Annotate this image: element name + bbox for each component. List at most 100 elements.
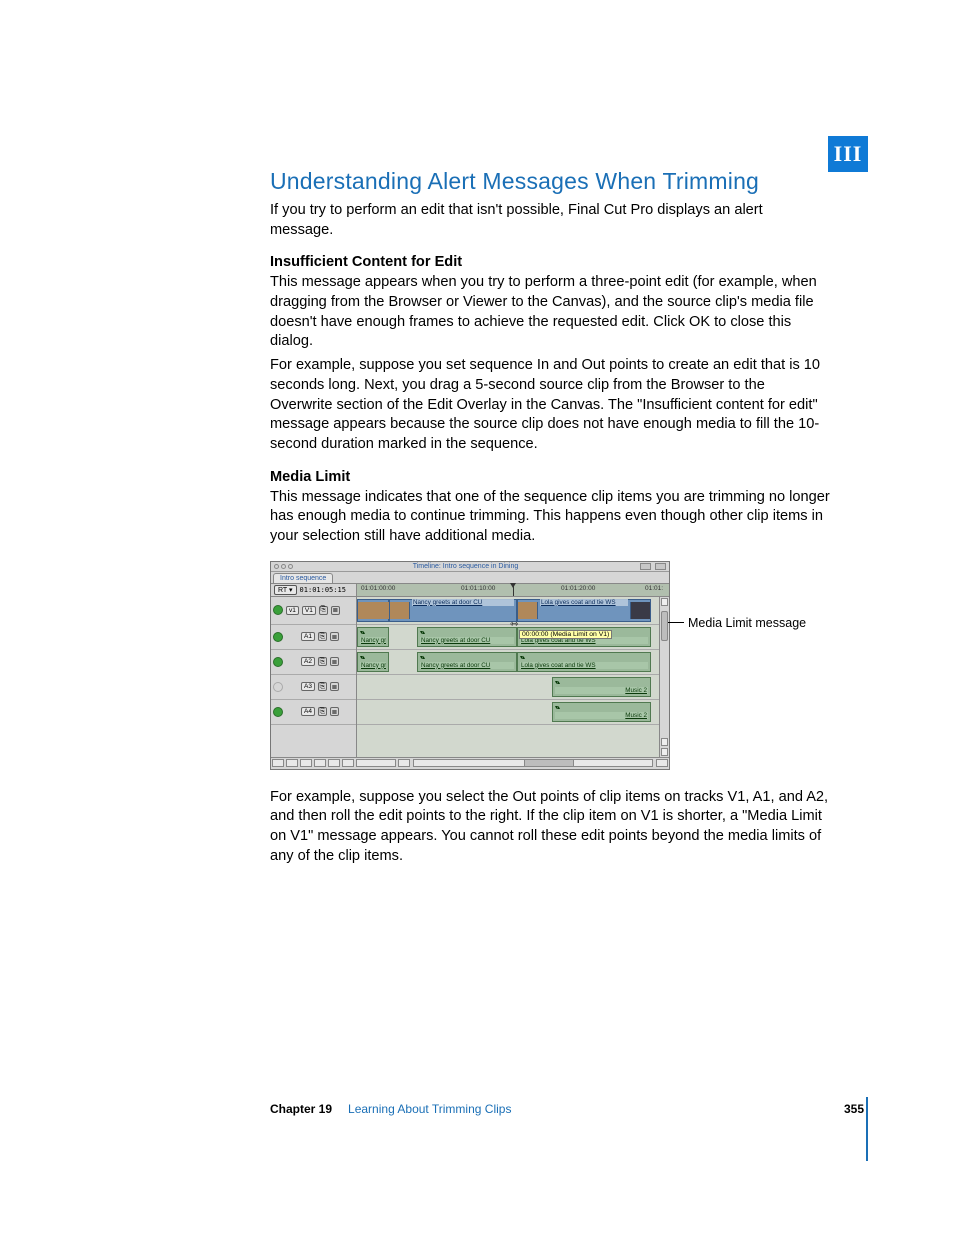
scroll-up-icon[interactable]: [661, 598, 668, 606]
toggle-button[interactable]: [314, 759, 326, 767]
track-patch-panel: v1 V1 ⎘ ≣ A1 ⎘ ≣ A2: [271, 597, 357, 757]
clip-thumbnail-icon: [390, 602, 410, 619]
section-heading: Understanding Alert Messages When Trimmi…: [270, 168, 830, 195]
autoselect-icon[interactable]: ≣: [331, 606, 340, 615]
audio-clip[interactable]: ▾▴ Lola gives coat and tie WS: [517, 652, 651, 672]
footer-page-number: 355: [844, 1102, 864, 1116]
track-a2: ▾▴ Nancy gre ▾▴ Nancy greets at door CU …: [357, 650, 659, 675]
lock-icon[interactable]: ⎘: [318, 682, 327, 691]
audio-clip[interactable]: ▾▴ Nancy gre: [357, 627, 389, 647]
current-timecode[interactable]: 01:01:05:15: [300, 586, 346, 594]
part-badge: III: [828, 136, 868, 172]
subhead-insufficient: Insufficient Content for Edit: [270, 254, 830, 270]
callout-label: Media Limit message: [688, 616, 806, 630]
toggle-button[interactable]: [342, 759, 354, 767]
dest-patch[interactable]: A4: [301, 707, 315, 716]
video-clip[interactable]: Lola gives coat and tie WS: [517, 599, 651, 622]
autoselect-icon[interactable]: ≣: [330, 632, 339, 641]
stereo-pair-icon: ▾▴: [360, 629, 364, 636]
audio-clip[interactable]: ▾▴ Nancy greets at door CU: [417, 652, 517, 672]
rt-popup-button[interactable]: RT ▾: [274, 585, 297, 595]
traffic-light-icon: [281, 564, 286, 569]
audio-clip[interactable]: ▾▴ Nancy greets at door CU: [417, 627, 517, 647]
stereo-pair-icon: ▾▴: [360, 654, 364, 661]
clip-label: Music 2: [555, 687, 648, 694]
toggle-button[interactable]: [300, 759, 312, 767]
window-titlebar: Timeline: Intro sequence in Dining: [271, 562, 669, 572]
track-header-a2: A2 ⎘ ≣: [271, 650, 356, 675]
clip-label: Nancy greets at door CU: [420, 662, 514, 669]
source-patch[interactable]: v1: [286, 606, 299, 615]
footer-accent-rule: [866, 1097, 868, 1161]
scroll-down-icon[interactable]: [661, 748, 668, 756]
toggle-button[interactable]: [328, 759, 340, 767]
track-header-a1: A1 ⎘ ≣: [271, 625, 356, 650]
dest-patch[interactable]: V1: [302, 606, 316, 615]
paragraph: For example, suppose you set sequence In…: [270, 356, 830, 454]
window-toggle-icon: [655, 563, 666, 570]
intro-paragraph: If you try to perform an edit that isn't…: [270, 201, 830, 240]
autoselect-icon[interactable]: ≣: [330, 682, 339, 691]
video-clip[interactable]: [357, 599, 389, 622]
page-content: Understanding Alert Messages When Trimmi…: [270, 168, 830, 880]
timeline-ruler[interactable]: 01:01:00:00 01:01:10:00 01:01:20:00 01:0…: [357, 584, 669, 596]
clip-label: Nancy gre: [360, 637, 386, 644]
clip-label: Nancy greets at door CU: [412, 599, 514, 606]
scroll-left-icon[interactable]: [398, 759, 410, 767]
stereo-pair-icon: ▾▴: [555, 679, 559, 686]
track-visibility-icon[interactable]: [273, 632, 283, 642]
playhead-icon[interactable]: [513, 584, 514, 596]
sequence-tab[interactable]: Intro sequence: [273, 573, 333, 583]
timeline-tabs: Intro sequence: [271, 572, 669, 584]
traffic-light-icon: [288, 564, 293, 569]
audio-clip[interactable]: ▾▴ Music 2: [552, 677, 651, 697]
lock-icon[interactable]: ⎘: [318, 707, 327, 716]
vertical-scrollbar[interactable]: [659, 597, 669, 757]
callout-leader-line: [668, 622, 684, 623]
scroll-down-icon[interactable]: [661, 738, 668, 746]
stereo-pair-icon: ▾▴: [420, 629, 424, 636]
toggle-button[interactable]: [272, 759, 284, 767]
scroll-right-icon[interactable]: [656, 759, 668, 767]
clip-thumbnail-icon: [358, 602, 390, 619]
timeline-bottom-bar: [271, 757, 669, 769]
lock-icon[interactable]: ⎘: [318, 632, 327, 641]
track-a4: ▾▴ Music 2: [357, 700, 659, 725]
scroll-thumb[interactable]: [661, 611, 668, 641]
timeline-window: Timeline: Intro sequence in Dining Intro…: [270, 561, 670, 770]
track-header-a4: A4 ⎘ ≣: [271, 700, 356, 725]
audio-clip[interactable]: ▾▴ Music 2: [552, 702, 651, 722]
roll-edit-cursor-icon: ⇿: [510, 619, 518, 630]
window-title: Timeline: Intro sequence in Dining: [295, 563, 636, 570]
dest-patch[interactable]: A3: [301, 682, 315, 691]
track-visibility-icon[interactable]: [273, 605, 283, 615]
track-v1: Nancy greets at door CU Lola gives coat …: [357, 597, 659, 625]
audio-clip[interactable]: ▾▴ Nancy gre: [357, 652, 389, 672]
scroll-thumb[interactable]: [524, 760, 574, 766]
paragraph: This message indicates that one of the s…: [270, 488, 830, 547]
dest-patch[interactable]: A2: [301, 657, 315, 666]
track-visibility-icon[interactable]: [273, 657, 283, 667]
lock-icon[interactable]: ⎘: [319, 606, 328, 615]
ruler-tick: 01:01:20:00: [561, 585, 595, 592]
toggle-button[interactable]: [286, 759, 298, 767]
paragraph: For example, suppose you select the Out …: [270, 788, 830, 867]
video-clip[interactable]: Nancy greets at door CU: [389, 599, 517, 622]
footer-chapter-title: Learning About Trimming Clips: [348, 1102, 511, 1116]
track-visibility-icon[interactable]: [273, 682, 283, 692]
clip-label: Music 2: [555, 712, 648, 719]
timeline-tracks-area[interactable]: Nancy greets at door CU Lola gives coat …: [357, 597, 659, 757]
subhead-medialimit: Media Limit: [270, 469, 830, 485]
traffic-light-icon: [274, 564, 279, 569]
clip-label: Nancy gre: [360, 662, 386, 669]
autoselect-icon[interactable]: ≣: [330, 707, 339, 716]
autoselect-icon[interactable]: ≣: [330, 657, 339, 666]
track-a1: ▾▴ Nancy gre ▾▴ Nancy greets at door CU …: [357, 625, 659, 650]
track-visibility-icon[interactable]: [273, 707, 283, 717]
zoom-slider[interactable]: [356, 759, 396, 767]
stereo-pair-icon: ▾▴: [520, 654, 524, 661]
horizontal-scrollbar[interactable]: [413, 759, 653, 767]
lock-icon[interactable]: ⎘: [318, 657, 327, 666]
dest-patch[interactable]: A1: [301, 632, 315, 641]
timeline-body: v1 V1 ⎘ ≣ A1 ⎘ ≣ A2: [271, 597, 669, 757]
